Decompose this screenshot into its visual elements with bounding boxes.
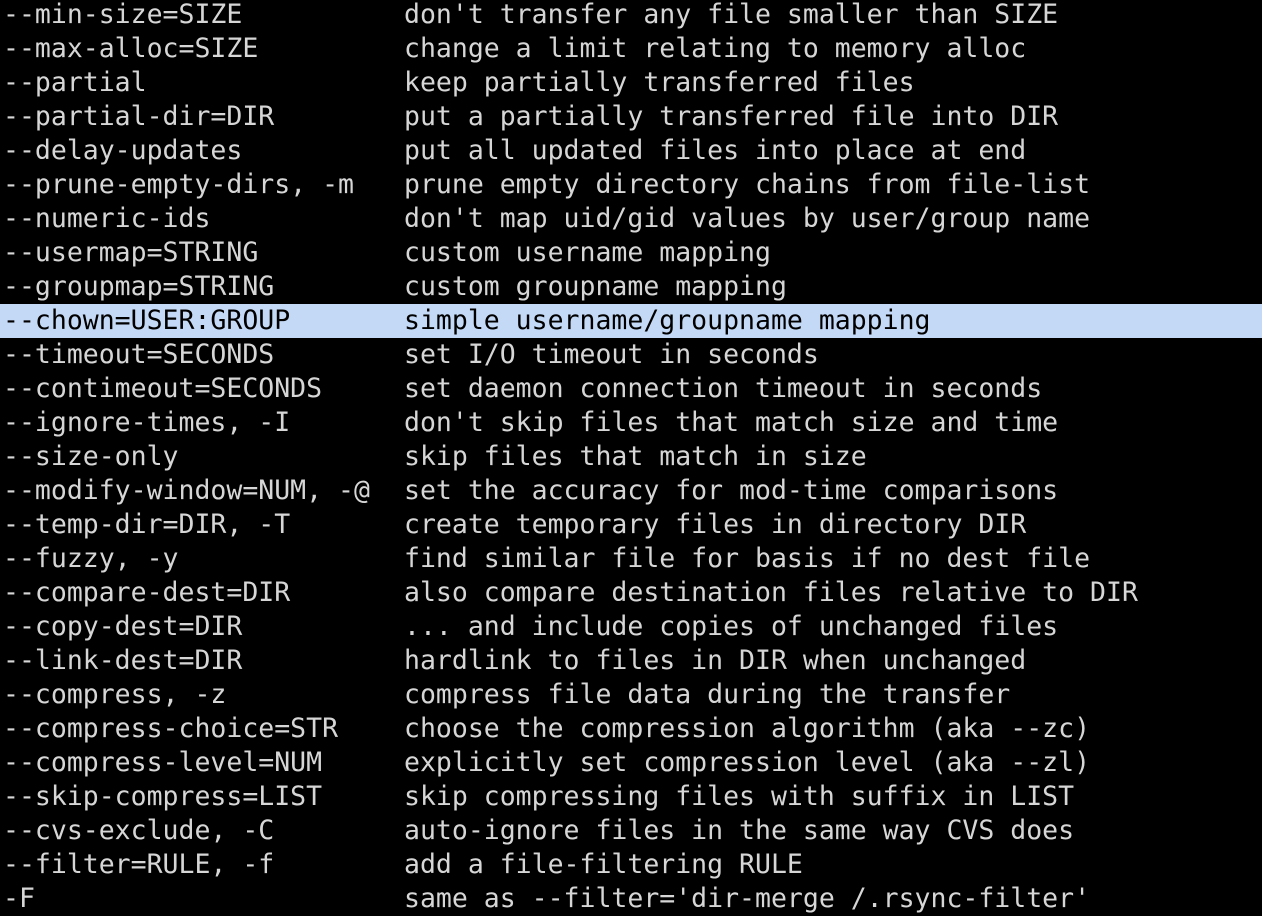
terminal-line[interactable]: --modify-window=NUM, -@ set the accuracy … — [0, 474, 1262, 508]
option-flag: --compare-dest=DIR — [3, 577, 291, 608]
terminal-line[interactable]: --min-size=SIZE don't transfer any file s… — [0, 0, 1262, 32]
terminal-line[interactable]: --compress, -z compress file data during … — [0, 678, 1262, 712]
option-description: put all updated files into place at end — [404, 135, 1027, 166]
option-description: keep partially transferred files — [404, 67, 915, 98]
option-flag: --modify-window=NUM, -@ — [3, 475, 370, 506]
option-description: create temporary files in directory DIR — [404, 509, 1027, 540]
option-flag: --timeout=SECONDS — [3, 339, 275, 370]
option-description: set I/O timeout in seconds — [404, 339, 819, 370]
terminal-line-selected[interactable]: --chown=USER:GROUP simple username/groupn… — [0, 304, 1262, 338]
option-description: set the accuracy for mod-time comparison… — [404, 475, 1059, 506]
terminal-line[interactable]: --temp-dir=DIR, -T create temporary files… — [0, 508, 1262, 542]
terminal-line[interactable]: --numeric-ids don't map uid/gid values by… — [0, 202, 1262, 236]
option-description: set daemon connection timeout in seconds — [404, 373, 1043, 404]
option-description: hardlink to files in DIR when unchanged — [404, 645, 1027, 676]
option-description: custom username mapping — [404, 237, 771, 268]
option-flag: --cvs-exclude, -C — [3, 815, 275, 846]
terminal-line[interactable]: --groupmap=STRING custom groupname mappin… — [0, 270, 1262, 304]
option-flag: --compress, -z — [3, 679, 227, 710]
option-description: add a file-filtering RULE — [404, 849, 803, 880]
terminal-line[interactable]: --fuzzy, -y find similar file for basis i… — [0, 542, 1262, 576]
terminal-line[interactable]: --filter=RULE, -f add a file-filtering RU… — [0, 848, 1262, 882]
option-flag: --link-dest=DIR — [3, 645, 243, 676]
option-flag: --compress-level=NUM — [3, 747, 323, 778]
option-description: also compare destination files relative … — [404, 577, 1138, 608]
option-description: same as --filter='dir-merge /.rsync-filt… — [404, 883, 1091, 914]
option-description: compress file data during the transfer — [404, 679, 1011, 710]
terminal-line[interactable]: --skip-compress=LIST skip compressing fil… — [0, 780, 1262, 814]
option-flag: --copy-dest=DIR — [3, 611, 243, 642]
terminal-line[interactable]: --partial-dir=DIR put a partially transfe… — [0, 100, 1262, 134]
option-flag: --max-alloc=SIZE — [3, 33, 259, 64]
terminal-line[interactable]: --cvs-exclude, -C auto-ignore files in th… — [0, 814, 1262, 848]
terminal-line[interactable]: --size-only skip files that match in size — [0, 440, 1262, 474]
option-description: prune empty directory chains from file-l… — [404, 169, 1091, 200]
option-description: skip files that match in size — [404, 441, 867, 472]
terminal-line[interactable]: --copy-dest=DIR ... and include copies of… — [0, 610, 1262, 644]
terminal-line[interactable]: --compress-choice=STR choose the compress… — [0, 712, 1262, 746]
option-description: don't skip files that match size and tim… — [404, 407, 1059, 438]
terminal-line[interactable]: --compare-dest=DIR also compare destinati… — [0, 576, 1262, 610]
terminal-line[interactable]: --usermap=STRING custom username mapping — [0, 236, 1262, 270]
option-description: custom groupname mapping — [404, 271, 787, 302]
option-description: change a limit relating to memory alloc — [404, 33, 1027, 64]
option-flag: --prune-empty-dirs, -m — [3, 169, 354, 200]
option-flag: --groupmap=STRING — [3, 271, 275, 302]
terminal-line[interactable]: --contimeout=SECONDS set daemon connectio… — [0, 372, 1262, 406]
option-description: don't transfer any file smaller than SIZ… — [404, 0, 1059, 30]
option-flag: --fuzzy, -y — [3, 543, 179, 574]
option-description: find similar file for basis if no dest f… — [404, 543, 1091, 574]
option-description: explicitly set compression level (aka --… — [404, 747, 1091, 778]
option-flag: -F — [3, 883, 35, 914]
option-description: choose the compression algorithm (aka --… — [404, 713, 1091, 744]
option-flag: --partial-dir=DIR — [3, 101, 275, 132]
terminal-line[interactable]: -F same as --filter='dir-merge /.rsync-fi… — [0, 882, 1262, 916]
option-description: skip compressing files with suffix in LI… — [404, 781, 1075, 812]
terminal-line[interactable]: --link-dest=DIR hardlink to files in DIR … — [0, 644, 1262, 678]
option-flag: --filter=RULE, -f — [3, 849, 275, 880]
terminal-line[interactable]: --prune-empty-dirs, -m prune empty direct… — [0, 168, 1262, 202]
terminal-line[interactable]: --partial keep partially transferred file… — [0, 66, 1262, 100]
option-description: auto-ignore files in the same way CVS do… — [404, 815, 1075, 846]
option-flag: --numeric-ids — [3, 203, 211, 234]
terminal-line[interactable]: --delay-updates put all updated files int… — [0, 134, 1262, 168]
option-flag: --delay-updates — [3, 135, 243, 166]
option-flag: --ignore-times, -I — [3, 407, 291, 438]
option-flag: --skip-compress=LIST — [3, 781, 323, 812]
option-flag: --min-size=SIZE — [3, 0, 243, 30]
option-description: don't map uid/gid values by user/group n… — [404, 203, 1091, 234]
option-description: simple username/groupname mapping — [404, 305, 931, 336]
option-description: put a partially transferred file into DI… — [404, 101, 1059, 132]
option-flag: --chown=USER:GROUP — [3, 305, 291, 336]
terminal-line[interactable]: --compress-level=NUM explicitly set compr… — [0, 746, 1262, 780]
option-description: ... and include copies of unchanged file… — [404, 611, 1059, 642]
terminal-line[interactable]: --timeout=SECONDS set I/O timeout in seco… — [0, 338, 1262, 372]
option-flag: --partial — [3, 67, 147, 98]
option-flag: --size-only — [3, 441, 179, 472]
terminal-line[interactable]: --max-alloc=SIZE change a limit relating … — [0, 32, 1262, 66]
option-flag: --contimeout=SECONDS — [3, 373, 323, 404]
option-flag: --compress-choice=STR — [3, 713, 339, 744]
option-flag: --temp-dir=DIR, -T — [3, 509, 291, 540]
terminal-window[interactable]: --min-size=SIZE don't transfer any file s… — [0, 0, 1262, 916]
option-flag: --usermap=STRING — [3, 237, 259, 268]
terminal-line[interactable]: --ignore-times, -I don't skip files that … — [0, 406, 1262, 440]
